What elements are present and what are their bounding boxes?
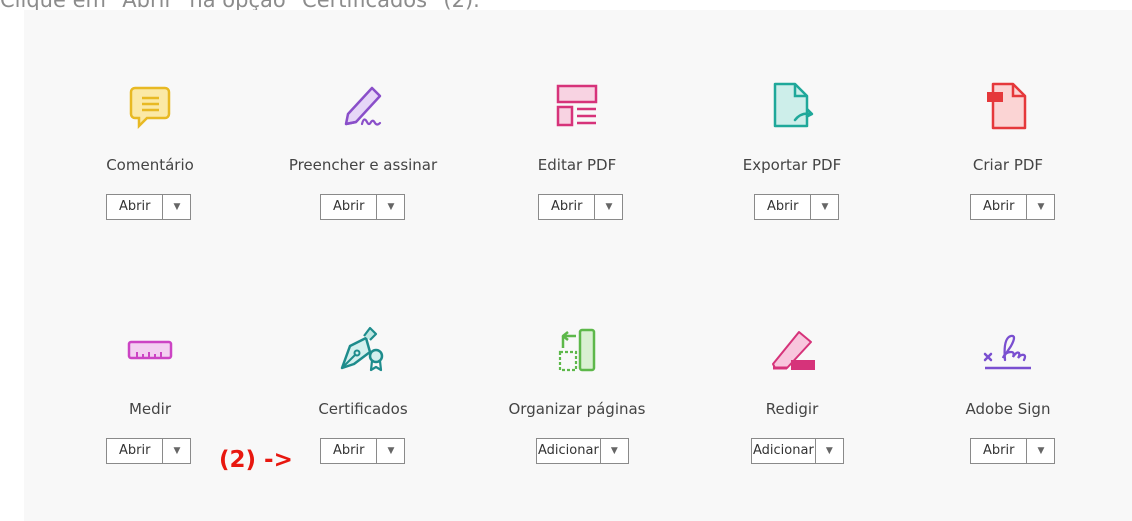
open-button[interactable]: Abrir — [321, 195, 378, 219]
add-button[interactable]: Adicionar — [752, 439, 816, 463]
chevron-down-icon[interactable]: ▼ — [377, 195, 404, 219]
tool-label: Medir — [128, 400, 172, 418]
chevron-down-icon[interactable]: ▼ — [1027, 439, 1054, 463]
open-button[interactable]: Abrir — [971, 439, 1028, 463]
edit-pdf-icon[interactable] — [550, 80, 604, 134]
open-button[interactable]: Abrir — [971, 195, 1028, 219]
tools-panel: Comentário Abrir ▼ Preencher e assinar A… — [24, 10, 1132, 521]
chevron-down-icon[interactable]: ▼ — [1027, 195, 1054, 219]
tool-label: Exportar PDF — [742, 156, 842, 174]
chevron-down-icon[interactable]: ▼ — [601, 439, 628, 463]
create-pdf-icon[interactable] — [981, 80, 1035, 134]
open-button-group: Abrir ▼ — [106, 194, 192, 220]
open-button-group: Abrir ▼ — [538, 194, 624, 220]
tool-label: Adobe Sign — [965, 400, 1051, 418]
step-annotation: (2) -> — [219, 447, 293, 473]
chevron-down-icon[interactable]: ▼ — [811, 195, 838, 219]
open-button-group: Abrir ▼ — [320, 438, 406, 464]
tool-label: Editar PDF — [537, 156, 617, 174]
open-button[interactable]: Abrir — [321, 439, 378, 463]
chevron-down-icon[interactable]: ▼ — [377, 439, 404, 463]
tool-label: Preencher e assinar — [288, 156, 438, 174]
chevron-down-icon[interactable]: ▼ — [595, 195, 622, 219]
chevron-down-icon[interactable]: ▼ — [816, 439, 843, 463]
tool-label: Comentário — [106, 156, 194, 174]
open-button[interactable]: Abrir — [539, 195, 596, 219]
tool-label: Organizar páginas — [508, 400, 646, 418]
export-pdf-icon[interactable] — [765, 80, 819, 134]
open-button[interactable]: Abrir — [107, 195, 164, 219]
chevron-down-icon[interactable]: ▼ — [163, 195, 190, 219]
open-button-group: Abrir ▼ — [106, 438, 192, 464]
tool-label: Criar PDF — [972, 156, 1044, 174]
open-button-group: Abrir ▼ — [970, 438, 1056, 464]
redact-icon[interactable] — [765, 324, 819, 378]
measure-icon[interactable] — [123, 324, 177, 378]
add-button-group: Adicionar ▼ — [536, 438, 629, 464]
fill-sign-icon[interactable] — [336, 80, 390, 134]
add-button[interactable]: Adicionar — [537, 439, 601, 463]
tool-label: Redigir — [765, 400, 819, 418]
tool-label: Certificados — [318, 400, 408, 418]
add-button-group: Adicionar ▼ — [751, 438, 844, 464]
organize-pages-icon[interactable] — [550, 324, 604, 378]
certificates-icon[interactable] — [336, 324, 390, 378]
open-button[interactable]: Abrir — [755, 195, 812, 219]
adobe-sign-icon[interactable] — [981, 324, 1035, 378]
comment-icon[interactable] — [123, 80, 177, 134]
open-button-group: Abrir ▼ — [970, 194, 1056, 220]
chevron-down-icon[interactable]: ▼ — [163, 439, 190, 463]
open-button[interactable]: Abrir — [107, 439, 164, 463]
open-button-group: Abrir ▼ — [320, 194, 406, 220]
open-button-group: Abrir ▼ — [754, 194, 840, 220]
